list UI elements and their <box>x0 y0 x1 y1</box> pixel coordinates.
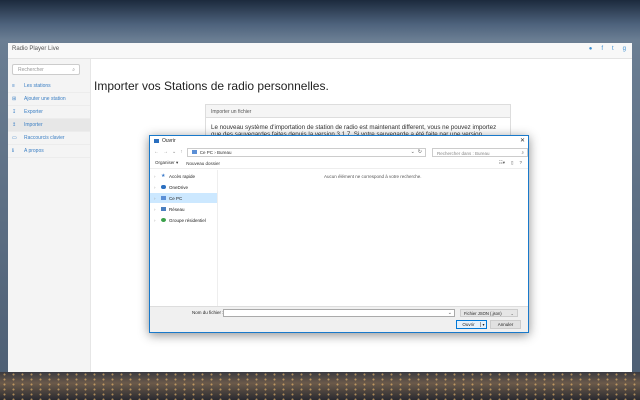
background-lights <box>0 372 640 400</box>
breadcrumb-bureau[interactable]: Bureau <box>217 150 232 155</box>
back-icon[interactable]: ← <box>154 149 159 155</box>
gplus-icon[interactable]: g <box>623 46 626 52</box>
sidebar-item-label: Exporter <box>24 109 43 115</box>
dialog-titlebar: Ouvrir <box>150 136 528 146</box>
sidebar-item-add-station[interactable]: ⊞ Ajouter une station <box>8 93 90 106</box>
keyboard-icon: ▭ <box>12 134 17 141</box>
address-row: ← → ⌄ ↑ Ce PC › Bureau ⌄ ↻ Rechercher da… <box>150 146 528 158</box>
chevron-right-icon[interactable]: › <box>154 218 159 223</box>
homegroup-icon <box>161 218 166 222</box>
sidebar-item-label: Les stations <box>24 83 51 89</box>
sidebar-item-label: Importer <box>24 122 43 128</box>
dialog-bottom-bar: Nom du fichier : ⌄ Fichier JSON (.json) … <box>150 306 528 332</box>
nav-item-ce-pc[interactable]: › Ce PC <box>150 193 217 203</box>
search-input[interactable]: Rechercher ⌕ <box>12 64 80 75</box>
sidebar-item-label: A propos <box>24 148 44 154</box>
chevron-right-icon[interactable]: › <box>154 185 159 190</box>
nav-item-label: Groupe résidentiel <box>169 217 206 223</box>
navigation-pane: › ★ Accès rapide › OneDrive › Ce PC › Ré… <box>150 170 218 308</box>
dialog-search-input[interactable]: Rechercher dans : Bureau ⌕ <box>431 147 528 157</box>
star-icon: ★ <box>161 173 166 179</box>
address-bar[interactable]: Ce PC › Bureau ⌄ ↻ <box>186 147 426 157</box>
filetype-value: Fichier JSON (.json) <box>464 311 502 316</box>
nav-item-network[interactable]: › Réseau <box>150 204 217 214</box>
sidebar-item-shortcuts[interactable]: ▭ Raccourcis clavier <box>8 132 90 145</box>
panel-heading: Importer un fichier <box>206 105 510 118</box>
dialog-toolbar: Organiser ▾ Nouveau dossier ☷▾ ▯ ? <box>150 158 528 169</box>
empty-results-message: Aucun élément ne correspond à votre rech… <box>324 174 422 179</box>
chrome-icon <box>154 139 159 143</box>
open-button[interactable]: Ouvrir ▾ <box>456 320 487 329</box>
refresh-icon[interactable]: ↻ <box>418 149 422 155</box>
sidebar-item-export[interactable]: ↧ Exporter <box>8 106 90 119</box>
download-icon: ↧ <box>12 108 17 115</box>
pc-icon <box>161 196 166 200</box>
sidebar: Rechercher ⌕ ≡ Les stations ⊞ Ajouter un… <box>8 59 91 372</box>
app-header: Radio Player Live ● f t g <box>8 43 632 59</box>
sidebar-item-about[interactable]: ℹ A propos <box>8 145 90 158</box>
help-icon[interactable]: ? <box>519 160 522 166</box>
facebook-icon[interactable]: f <box>601 46 603 52</box>
close-icon[interactable]: ✕ <box>520 137 525 144</box>
forward-icon[interactable]: → <box>163 149 168 155</box>
search-icon: ⌕ <box>521 149 524 155</box>
pc-icon <box>191 150 197 154</box>
open-button-label: Ouvrir <box>462 322 475 327</box>
cloud-icon <box>161 185 166 189</box>
chevron-down-icon: ⌄ <box>510 311 514 316</box>
sidebar-item-label: Ajouter une station <box>24 96 66 102</box>
upload-icon: ↥ <box>12 121 17 128</box>
chevron-down-icon[interactable]: ▾ <box>480 322 486 327</box>
chevron-right-icon[interactable]: › <box>154 174 159 179</box>
chat-icon[interactable]: ● <box>589 46 593 52</box>
nav-item-quick-access[interactable]: › ★ Accès rapide <box>150 171 217 181</box>
breadcrumb-ce-pc[interactable]: Ce PC <box>200 150 213 155</box>
cancel-button[interactable]: Annuler <box>490 320 521 329</box>
nav-item-homegroup[interactable]: › Groupe résidentiel <box>150 215 217 225</box>
app-title: Radio Player Live <box>12 46 60 52</box>
chevron-down-icon[interactable]: ⌄ <box>172 149 176 155</box>
network-icon <box>161 207 166 211</box>
filename-label: Nom du fichier : <box>192 310 224 315</box>
organize-button[interactable]: Organiser ▾ <box>155 160 178 166</box>
info-icon: ℹ <box>12 147 14 154</box>
nav-item-label: Accès rapide <box>169 173 196 179</box>
chevron-right-icon[interactable]: › <box>154 207 159 212</box>
preview-pane-icon[interactable]: ▯ <box>511 160 513 166</box>
dropdown-icon[interactable]: ⌄ <box>411 149 415 155</box>
twitter-icon[interactable]: t <box>612 46 614 52</box>
nav-item-label: Ce PC <box>169 195 183 201</box>
search-icon: ⌕ <box>72 67 75 73</box>
search-placeholder: Rechercher <box>18 67 44 73</box>
chevron-right-icon[interactable]: › <box>154 196 159 201</box>
nav-item-label: Réseau <box>169 206 185 212</box>
plus-square-icon: ⊞ <box>12 95 17 102</box>
dialog-title: Ouvrir <box>162 138 176 144</box>
sidebar-item-label: Raccourcis clavier <box>24 135 65 141</box>
filename-input[interactable]: ⌄ <box>223 309 455 317</box>
header-icons: ● f t g <box>589 46 626 52</box>
sidebar-menu: ≡ Les stations ⊞ Ajouter une station ↧ E… <box>8 80 90 158</box>
nav-item-onedrive[interactable]: › OneDrive <box>150 182 217 192</box>
chevron-down-icon[interactable]: ⌄ <box>448 310 452 316</box>
list-icon: ≡ <box>12 82 15 89</box>
nav-item-label: OneDrive <box>169 184 189 190</box>
up-icon[interactable]: ↑ <box>180 149 183 155</box>
page-title: Importer vos Stations de radio personnel… <box>94 79 329 93</box>
open-file-dialog: Ouvrir ✕ ← → ⌄ ↑ Ce PC › Bureau ⌄ ↻ Rech… <box>149 135 529 333</box>
sidebar-item-import[interactable]: ↥ Importer <box>8 119 90 132</box>
dialog-search-placeholder: Rechercher dans : Bureau <box>436 150 490 156</box>
view-options-icon[interactable]: ☷▾ <box>499 160 505 166</box>
sidebar-item-stations[interactable]: ≡ Les stations <box>8 80 90 93</box>
new-folder-button[interactable]: Nouveau dossier <box>186 161 220 166</box>
filetype-select[interactable]: Fichier JSON (.json) ⌄ <box>460 309 518 317</box>
